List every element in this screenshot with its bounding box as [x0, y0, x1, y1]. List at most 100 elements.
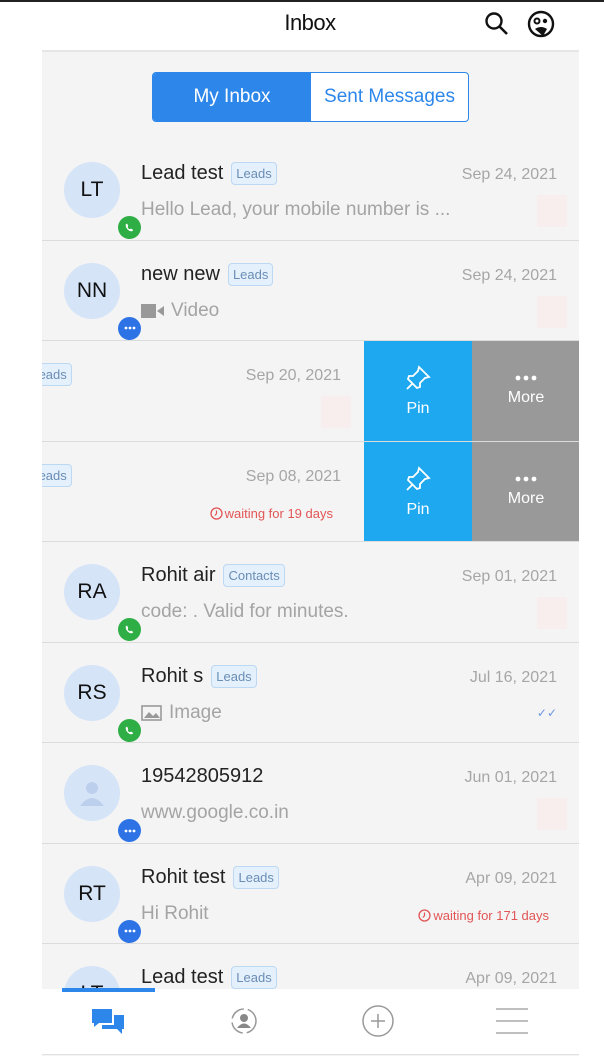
avatar [64, 765, 141, 842]
clock-icon [209, 506, 223, 520]
conversation-content: RS Rohit s Leads Jul 16, 2021 Image ✓✓ [42, 643, 579, 743]
contact-name: Rohit test [141, 865, 226, 888]
more-button[interactable]: More [472, 341, 579, 441]
contact-name-row: Rohit air Contacts [141, 564, 285, 587]
page-title: Inbox [284, 10, 336, 35]
conversation-content: LT Lead test Leads Sep 24, 2021 Hello Lead, … [42, 140, 579, 240]
chat-bubble-icon [118, 316, 141, 340]
contact-name: new new [141, 262, 220, 285]
avatar: LT [64, 162, 141, 239]
message-preview: Hello Lead, your mobile number is ... [141, 199, 451, 220]
conversation-row[interactable]: RT Rohit test Leads Apr 09, 2021 Hi Rohit wai… [42, 843, 579, 944]
whatsapp-icon [118, 718, 141, 742]
tab-sent-messages[interactable]: Sent Messages [311, 73, 468, 121]
emoji-icon[interactable] [527, 10, 555, 38]
contact-name-row: Rohit test Leads [141, 865, 279, 889]
conversation-row[interactable]: LT Lead test Leads Sep 24, 2021 Hello Lead, … [42, 140, 579, 241]
unread-marker [537, 295, 567, 328]
avatar-initials: RS [77, 680, 107, 704]
contact-name: Rohit air [141, 564, 216, 586]
conversation-row[interactable]: XxxxxxxxxLeads Sep 08, 2021 waiting for 19… [42, 441, 579, 542]
video-icon [141, 303, 164, 318]
conversation-content: XxxxxxxxxLeads Sep 08, 2021 waiting for 19… [42, 442, 363, 542]
avatar-initials: RA [77, 580, 107, 603]
pin-icon [406, 465, 431, 491]
message-preview: Image [141, 702, 222, 724]
search-icon[interactable] [483, 10, 511, 38]
contact-name: 19542805912 [141, 765, 264, 787]
contact-name: Rohit s [141, 664, 204, 687]
contact-name-row: XxxxxxxxxLeads [42, 363, 72, 386]
contact-type-tag: Leads [231, 966, 277, 989]
conversation-content: RA Rohit air Contacts Sep 01, 2021 code: . … [42, 542, 579, 642]
contact-type-tag: Leads [227, 262, 274, 286]
more-dots-icon [515, 375, 537, 381]
contact-name: Lead test [141, 162, 224, 184]
conversation-row[interactable]: RS Rohit s Leads Jul 16, 2021 Image ✓✓ [42, 642, 579, 743]
contact-type-tag: Contacts [223, 564, 285, 587]
pin-icon [406, 365, 431, 390]
contact-type-tag: Leads [211, 664, 257, 688]
avatar: RS [64, 664, 141, 742]
conversation-row[interactable]: XxxxxxxxxLeads Sep 20, 2021 PinMore [42, 341, 579, 442]
unread-marker [537, 798, 567, 830]
conversation-content: NN new new Leads Sep 24, 2021 Video [42, 241, 579, 341]
conversation-content: RT Rohit test Leads Apr 09, 2021 Hi Rohit wai… [42, 844, 579, 944]
contact-type-tag: Leads [42, 363, 72, 386]
unread-marker [537, 597, 567, 629]
contact-name: Lead test [141, 966, 224, 988]
header: Inbox [0, 4, 604, 50]
image-icon [141, 704, 162, 721]
conversation-row[interactable]: NN new new Leads Sep 24, 2021 Video [42, 240, 579, 341]
tab-my-inbox[interactable]: My Inbox [153, 73, 311, 121]
avatar-initials: RT [78, 881, 106, 905]
avatar-initials: LT [80, 178, 104, 201]
avatar: NN [64, 262, 141, 340]
more-dots-icon [515, 476, 537, 481]
avatar-initials: NN [76, 278, 108, 302]
pin-button[interactable]: Pin [364, 341, 472, 441]
person-icon [80, 782, 104, 806]
contact-type-tag: Leads [231, 162, 277, 185]
conversation-row[interactable]: RA Rohit air Contacts Sep 01, 2021 code: . … [42, 542, 579, 643]
active-tab-indicator [62, 988, 155, 992]
chat-icon[interactable] [88, 1003, 128, 1039]
contact-name-row: Lead test Leads [141, 162, 277, 185]
conversation-list[interactable]: LT Lead test Leads Sep 24, 2021 Hello Lead, … [42, 140, 579, 1045]
contact-name-row: Rohit s Leads [141, 664, 257, 688]
message-date: Sep 08, 2021 [245, 467, 341, 485]
add-icon[interactable] [358, 1003, 398, 1039]
contact-name-row: new new Leads [141, 262, 274, 286]
message-date: Jul 16, 2021 [469, 668, 557, 686]
contact-name-row: 19542805912 [141, 765, 263, 788]
avatar: RT [64, 865, 141, 943]
whatsapp-icon [118, 618, 141, 641]
contact-sync-icon[interactable] [224, 1003, 264, 1039]
message-date: Apr 09, 2021 [465, 970, 557, 987]
message-date: Sep 24, 2021 [461, 266, 557, 284]
unread-marker [321, 396, 351, 428]
message-date: Apr 09, 2021 [465, 869, 557, 887]
inbox-segmented-control: My Inbox Sent Messages [152, 72, 469, 122]
message-date: Sep 20, 2021 [245, 367, 341, 384]
avatar: RA [64, 564, 141, 641]
more-button[interactable]: More [472, 441, 579, 542]
message-date: Sep 01, 2021 [461, 568, 557, 585]
conversation-content: XxxxxxxxxLeads Sep 20, 2021 [42, 341, 363, 441]
waiting-indicator: waiting for 171 days [418, 908, 549, 923]
conversation-row[interactable]: 19542805912 Jun 01, 2021 www.google.co.in [42, 743, 579, 844]
contact-type-tag: Leads [42, 463, 72, 487]
inbox-screen: My Inbox Sent Messages LT Lead test Leads S… [42, 50, 579, 1056]
conversation-content: 19542805912 Jun 01, 2021 www.google.co.in [42, 743, 579, 843]
message-preview: code: . Valid for minutes. [141, 601, 349, 622]
waiting-indicator: waiting for 19 days [209, 506, 333, 521]
menu-icon[interactable] [492, 1003, 532, 1039]
message-preview: www.google.co.in [141, 802, 289, 823]
chat-bubble-icon [118, 819, 141, 842]
pin-button[interactable]: Pin [364, 441, 472, 542]
message-date: Jun 01, 2021 [464, 769, 557, 786]
chat-bubble-icon [118, 919, 141, 943]
unread-marker [537, 195, 567, 227]
clock-icon [418, 908, 432, 922]
read-receipt-icon: ✓✓ [536, 705, 557, 720]
